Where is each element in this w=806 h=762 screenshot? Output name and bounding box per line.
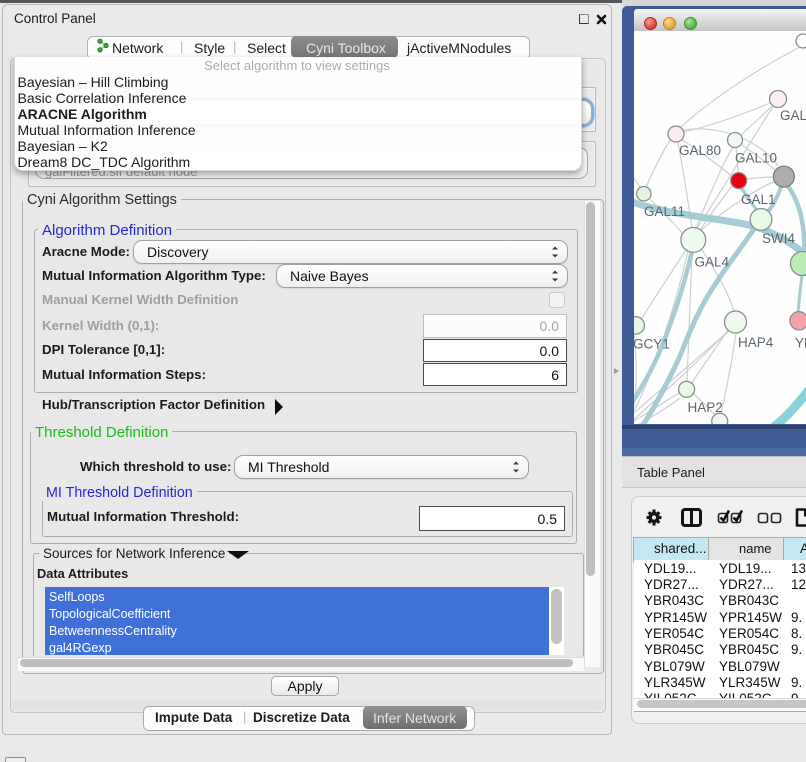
svg-text:HAP2: HAP2: [688, 400, 723, 415]
svg-text:YKR: YKR: [795, 336, 806, 351]
svg-text:GAL4: GAL4: [695, 255, 730, 270]
svg-text:SWI4: SWI4: [762, 231, 795, 246]
svg-text:GAL11: GAL11: [644, 204, 685, 219]
svg-text:GAL10: GAL10: [735, 151, 777, 166]
svg-text:GAL80: GAL80: [679, 143, 721, 158]
svg-text:GAL1: GAL1: [741, 192, 776, 207]
svg-text:HAP4: HAP4: [738, 335, 774, 350]
svg-text:GCY1: GCY1: [634, 337, 670, 352]
svg-text:GAL2: GAL2: [780, 108, 806, 123]
